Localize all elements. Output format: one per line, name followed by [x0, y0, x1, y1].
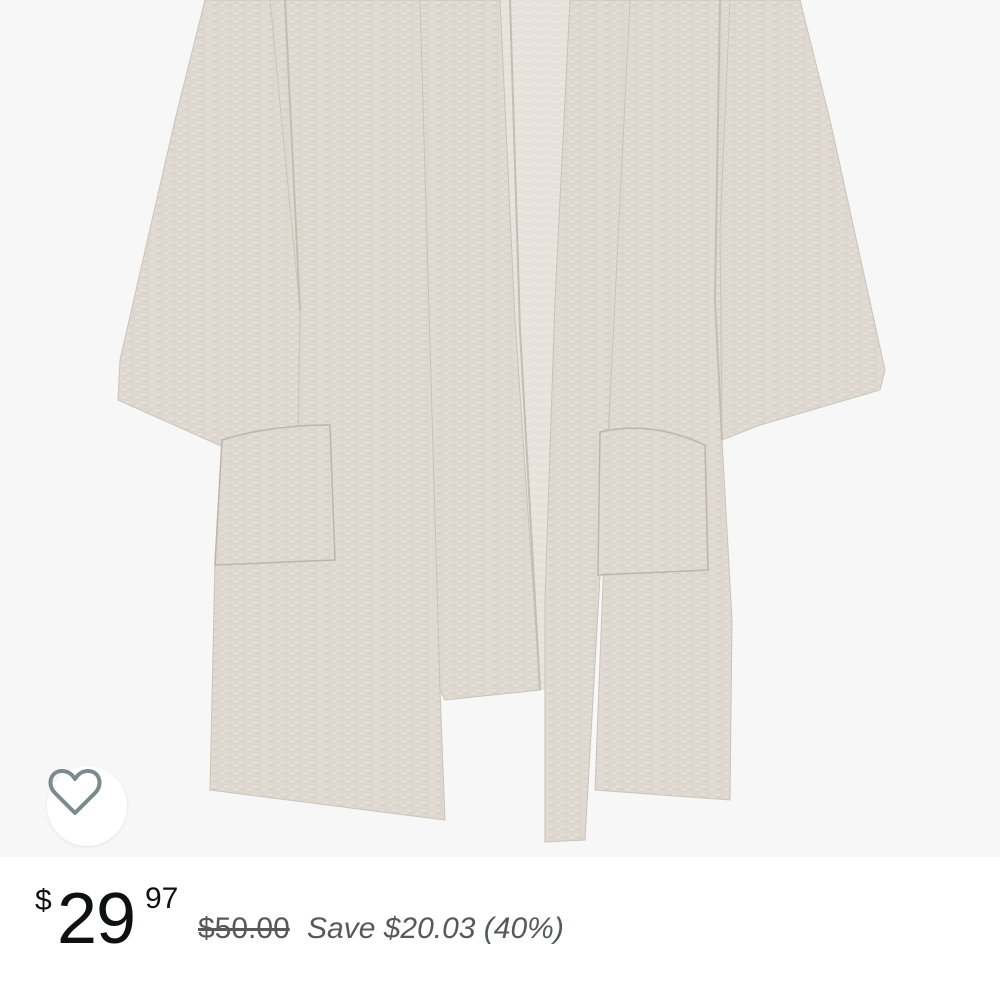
heart-outline-icon: [48, 768, 102, 815]
product-image[interactable]: [0, 0, 1000, 857]
favorite-button[interactable]: [47, 766, 127, 846]
savings-text: Save $20.03 (40%): [307, 912, 564, 945]
list-price: $50.00: [198, 912, 290, 945]
price-currency: $: [35, 884, 52, 917]
price-whole: 29: [57, 879, 136, 959]
cardigan-illustration: [117, 0, 886, 843]
price-fraction: 97: [145, 882, 179, 915]
product-card[interactable]: $ 29 97 $50.00 Save $20.03 (40%): [0, 0, 1000, 1000]
price-block: $ 29 97 $50.00 Save $20.03 (40%): [35, 880, 975, 960]
